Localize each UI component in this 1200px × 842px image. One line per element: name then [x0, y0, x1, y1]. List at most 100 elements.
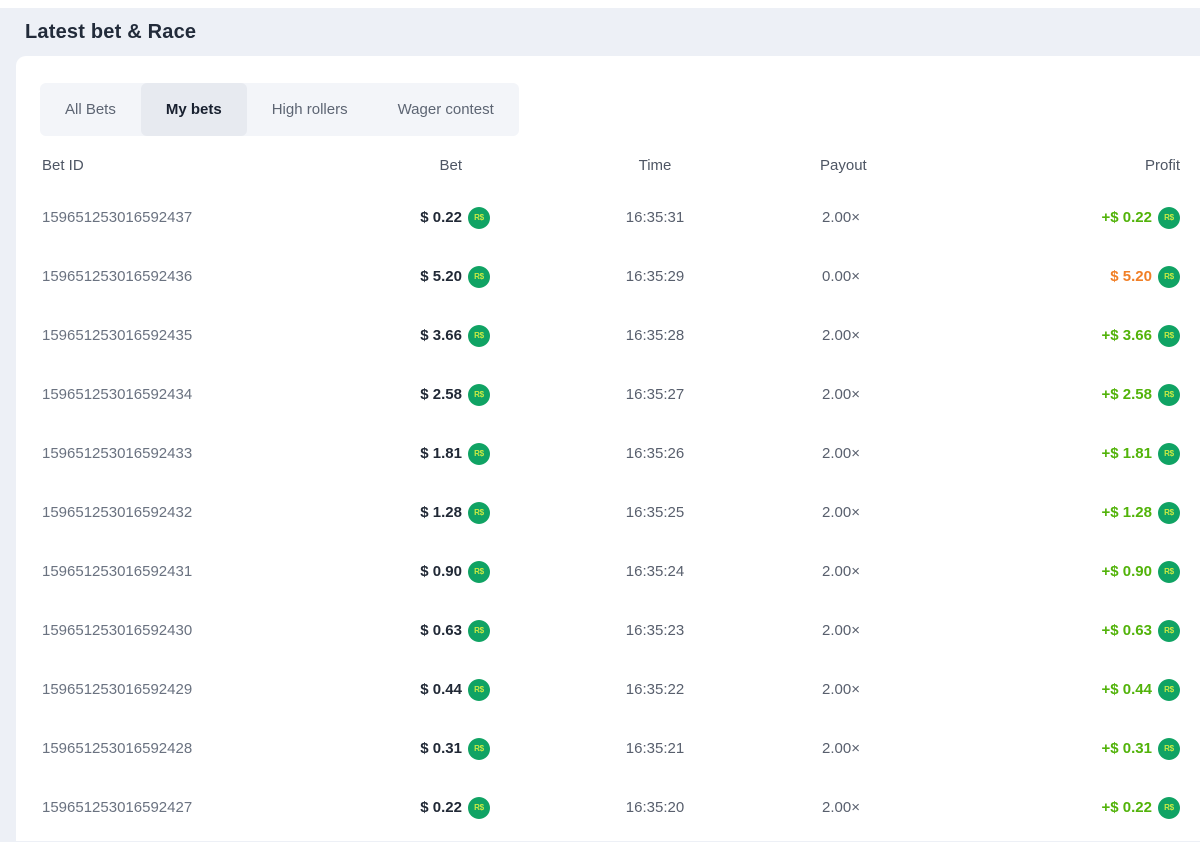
bet-value: $ 1.28 — [420, 504, 462, 521]
bet-profit: +$ 2.58 R$ — [940, 384, 1180, 406]
bet-profit: +$ 3.66 R$ — [940, 325, 1180, 347]
bet-id: 159651253016592434 — [42, 386, 330, 403]
bet-time: 16:35:25 — [490, 504, 820, 521]
bet-time: 16:35:20 — [490, 799, 820, 816]
profit-value: +$ 0.44 — [1102, 681, 1152, 698]
bet-payout: 2.00× — [820, 445, 940, 462]
bet-value: $ 5.20 — [420, 268, 462, 285]
coin-label: R$ — [474, 390, 484, 399]
bet-amount: $ 1.81 R$ — [330, 443, 490, 465]
latest-bets-card: All Bets My bets High rollers Wager cont… — [16, 56, 1200, 841]
col-header-profit: Profit — [940, 157, 1180, 174]
col-header-bet-id: Bet ID — [42, 157, 330, 174]
coin-label: R$ — [1164, 567, 1174, 576]
page-title: Latest bet & Race — [0, 8, 1200, 56]
coin-label: R$ — [1164, 272, 1174, 281]
bet-payout: 2.00× — [820, 504, 940, 521]
brl-coin-icon: R$ — [1158, 325, 1180, 347]
tab-my-bets[interactable]: My bets — [141, 83, 247, 136]
bet-payout: 2.00× — [820, 740, 940, 757]
brl-coin-icon: R$ — [1158, 738, 1180, 760]
bets-tabbar: All Bets My bets High rollers Wager cont… — [40, 83, 519, 136]
coin-label: R$ — [1164, 685, 1174, 694]
bet-time: 16:35:31 — [490, 209, 820, 226]
bet-time: 16:35:29 — [490, 268, 820, 285]
col-header-bet: Bet — [330, 157, 490, 174]
bet-value: $ 0.90 — [420, 563, 462, 580]
bet-payout: 0.00× — [820, 268, 940, 285]
bet-time: 16:35:28 — [490, 327, 820, 344]
bet-amount: $ 1.28 R$ — [330, 502, 490, 524]
bet-time: 16:35:26 — [490, 445, 820, 462]
bet-payout: 2.00× — [820, 386, 940, 403]
bet-time: 16:35:22 — [490, 681, 820, 698]
table-row: 159651253016592427 $ 0.22 R$ 16:35:20 2.… — [16, 778, 1200, 837]
tab-wager-contest[interactable]: Wager contest — [373, 83, 519, 136]
bet-amount: $ 0.31 R$ — [330, 738, 490, 760]
bet-amount: $ 5.20 R$ — [330, 266, 490, 288]
bet-value: $ 0.22 — [420, 799, 462, 816]
coin-label: R$ — [1164, 449, 1174, 458]
brl-coin-icon: R$ — [468, 620, 490, 642]
coin-label: R$ — [474, 744, 484, 753]
bet-id: 159651253016592436 — [42, 268, 330, 285]
bet-amount: $ 0.90 R$ — [330, 561, 490, 583]
table-row: 159651253016592428 $ 0.31 R$ 16:35:21 2.… — [16, 719, 1200, 778]
bet-id: 159651253016592427 — [42, 799, 330, 816]
bet-time: 16:35:21 — [490, 740, 820, 757]
bet-value: $ 1.81 — [420, 445, 462, 462]
profit-value: +$ 0.90 — [1102, 563, 1152, 580]
brl-coin-icon: R$ — [1158, 502, 1180, 524]
table-row: 159651253016592435 $ 3.66 R$ 16:35:28 2.… — [16, 306, 1200, 365]
bet-amount: $ 0.22 R$ — [330, 207, 490, 229]
bet-amount: $ 3.66 R$ — [330, 325, 490, 347]
table-row: 159651253016592430 $ 0.63 R$ 16:35:23 2.… — [16, 601, 1200, 660]
bet-value: $ 0.63 — [420, 622, 462, 639]
table-row: 159651253016592436 $ 5.20 R$ 16:35:29 0.… — [16, 247, 1200, 306]
bet-profit: +$ 0.44 R$ — [940, 679, 1180, 701]
profit-value: +$ 0.22 — [1102, 209, 1152, 226]
coin-label: R$ — [474, 803, 484, 812]
bet-profit: +$ 0.22 R$ — [940, 207, 1180, 229]
bet-id: 159651253016592435 — [42, 327, 330, 344]
table-body: 159651253016592437 $ 0.22 R$ 16:35:31 2.… — [16, 188, 1200, 837]
brl-coin-icon: R$ — [1158, 443, 1180, 465]
brl-coin-icon: R$ — [1158, 207, 1180, 229]
tab-high-rollers[interactable]: High rollers — [247, 83, 373, 136]
coin-label: R$ — [474, 272, 484, 281]
brl-coin-icon: R$ — [468, 266, 490, 288]
bet-id: 159651253016592433 — [42, 445, 330, 462]
profit-value: +$ 0.63 — [1102, 622, 1152, 639]
coin-label: R$ — [474, 331, 484, 340]
bet-payout: 2.00× — [820, 327, 940, 344]
brl-coin-icon: R$ — [1158, 620, 1180, 642]
bet-amount: $ 2.58 R$ — [330, 384, 490, 406]
coin-label: R$ — [474, 567, 484, 576]
bet-profit: +$ 0.31 R$ — [940, 738, 1180, 760]
bet-id: 159651253016592428 — [42, 740, 330, 757]
brl-coin-icon: R$ — [1158, 561, 1180, 583]
brl-coin-icon: R$ — [468, 797, 490, 819]
bet-id: 159651253016592429 — [42, 681, 330, 698]
brl-coin-icon: R$ — [468, 679, 490, 701]
bet-amount: $ 0.63 R$ — [330, 620, 490, 642]
bet-profit: +$ 0.22 R$ — [940, 797, 1180, 819]
coin-label: R$ — [474, 626, 484, 635]
brl-coin-icon: R$ — [468, 738, 490, 760]
profit-value: +$ 2.58 — [1102, 386, 1152, 403]
bet-id: 159651253016592437 — [42, 209, 330, 226]
bet-payout: 2.00× — [820, 563, 940, 580]
brl-coin-icon: R$ — [468, 384, 490, 406]
bet-amount: $ 0.44 R$ — [330, 679, 490, 701]
brl-coin-icon: R$ — [468, 207, 490, 229]
coin-label: R$ — [474, 508, 484, 517]
coin-label: R$ — [1164, 508, 1174, 517]
table-row: 159651253016592432 $ 1.28 R$ 16:35:25 2.… — [16, 483, 1200, 542]
coin-label: R$ — [474, 213, 484, 222]
tab-all-bets[interactable]: All Bets — [40, 83, 141, 136]
brl-coin-icon: R$ — [468, 502, 490, 524]
bet-profit: +$ 1.28 R$ — [940, 502, 1180, 524]
coin-label: R$ — [1164, 390, 1174, 399]
profit-value: +$ 3.66 — [1102, 327, 1152, 344]
brl-coin-icon: R$ — [1158, 266, 1180, 288]
